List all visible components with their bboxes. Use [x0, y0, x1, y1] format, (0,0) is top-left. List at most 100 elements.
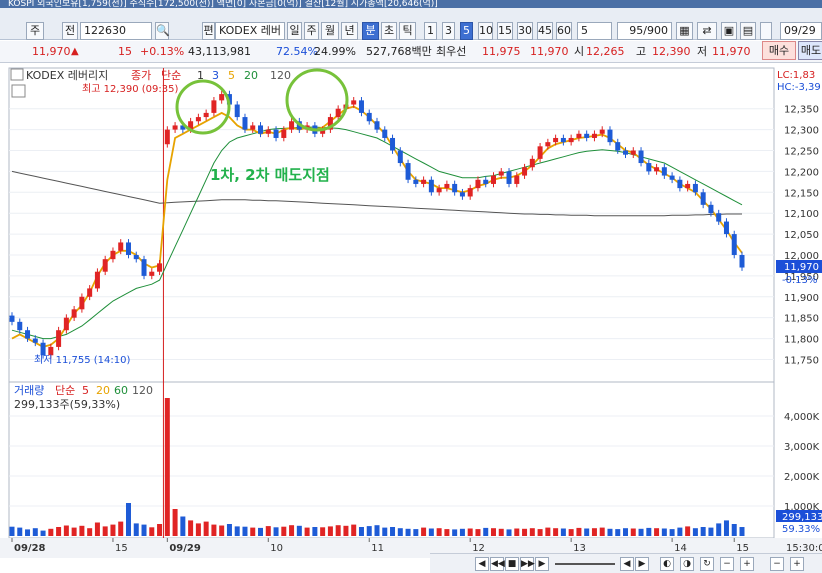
best-ask: 11,975: [482, 45, 521, 58]
time-tick-label: 15: [115, 543, 128, 554]
volume-bar: [335, 525, 341, 536]
high-label: 고: [636, 45, 647, 58]
interval-1[interactable]: 1: [424, 22, 437, 40]
volume-bar: [560, 528, 566, 536]
volume-bar: [289, 525, 295, 536]
candle-body: [692, 183, 698, 193]
period-day[interactable]: 일: [287, 22, 302, 40]
plus-icon[interactable]: +: [740, 557, 754, 571]
volume-bar: [428, 528, 434, 536]
volume-bar: [708, 527, 714, 536]
period-tick[interactable]: 틱: [399, 22, 416, 40]
candle-body: [133, 254, 139, 260]
interval-30[interactable]: 30: [517, 22, 533, 40]
interval-3[interactable]: 3: [442, 22, 455, 40]
candle-body: [467, 188, 473, 197]
interval-5[interactable]: 5: [460, 22, 473, 40]
high-price: 12,390: [652, 45, 691, 58]
count-input[interactable]: 95/900: [617, 22, 672, 40]
save-icon[interactable]: ▣: [721, 22, 737, 40]
best-bid-label: 최우선: [436, 45, 467, 58]
first-icon[interactable]: ◀: [475, 557, 489, 571]
buy-button[interactable]: 매수: [762, 41, 796, 60]
scroll-left-icon[interactable]: ◐: [660, 557, 674, 571]
candle-body: [669, 175, 675, 180]
candle-body: [374, 121, 380, 130]
rewind-icon[interactable]: ◀◀: [490, 557, 505, 571]
zoom-minus-icon[interactable]: −: [770, 557, 784, 571]
refresh-icon[interactable]: ↻: [700, 557, 714, 571]
candle-body: [25, 330, 31, 339]
volume-bar: [576, 527, 582, 536]
volume-bar: [723, 520, 729, 536]
candle-body: [654, 167, 660, 172]
volume-bar: [234, 526, 240, 536]
volume-bar: [25, 529, 31, 536]
date-input[interactable]: 09/29: [780, 22, 822, 40]
volume-bar: [599, 527, 605, 536]
volume-bar: [320, 527, 326, 536]
zoom-out-icon[interactable]: ◀: [620, 557, 634, 571]
candle-body: [40, 342, 46, 356]
vol-ma120-label: 120: [132, 384, 153, 397]
price-tick-label: 12,050: [784, 230, 819, 241]
toolbar: 주 전 122630 🔍 편 KODEX 레버 일 주 월 년 분 초 틱 1 …: [0, 8, 822, 40]
minus-icon[interactable]: −: [720, 557, 734, 571]
candle-body: [79, 296, 85, 310]
volume-bar: [226, 524, 232, 536]
candle-body: [234, 104, 240, 118]
settings-icon[interactable]: ▤: [740, 22, 756, 40]
legend-ma3: 3: [212, 69, 219, 82]
last-icon[interactable]: ▶: [535, 557, 549, 571]
price-tick-label: 12,250: [784, 147, 819, 158]
period-week[interactable]: 주: [304, 22, 319, 40]
volume-value-label: 299,133주(59,33%): [14, 398, 120, 411]
period-second[interactable]: 초: [381, 22, 397, 40]
volume-bar: [421, 527, 427, 536]
interval-10[interactable]: 10: [478, 22, 493, 40]
zoom-in-icon[interactable]: ▶: [635, 557, 649, 571]
stop-icon[interactable]: ■: [505, 557, 519, 571]
low-label: 저: [697, 45, 708, 58]
price-chart[interactable]: 12,350 12,300 12,250 12,200 12,150 12,100 12,0…: [0, 64, 822, 573]
candle-body: [335, 108, 341, 118]
zoom-plus-icon[interactable]: +: [790, 557, 804, 571]
scroll-fit-icon[interactable]: ◑: [680, 557, 694, 571]
price-change: 15: [118, 45, 132, 58]
volume-bar: [102, 526, 108, 536]
open-price: 12,265: [586, 45, 625, 58]
date-checkbox[interactable]: [760, 22, 772, 40]
candle-body: [646, 163, 652, 172]
candle-body: [421, 179, 427, 184]
sell-button[interactable]: 매도: [798, 41, 822, 60]
interval-15[interactable]: 15: [497, 22, 513, 40]
volume-bar: [211, 524, 217, 536]
code-input[interactable]: 122630: [80, 22, 152, 40]
interval-45[interactable]: 45: [537, 22, 553, 40]
current-rate-text: -0.13%: [782, 275, 817, 286]
grid-toggle-icon[interactable]: [11, 84, 26, 98]
interval-select[interactable]: 5: [577, 22, 612, 40]
forward-icon[interactable]: ▶▶: [520, 557, 535, 571]
search-icon[interactable]: 🔍: [155, 22, 170, 40]
volume-bar: [615, 529, 621, 536]
compare-icon[interactable]: ⇄: [697, 22, 717, 40]
legend-toggle-icon[interactable]: [10, 68, 24, 81]
period-year[interactable]: 년: [341, 22, 358, 40]
market-select[interactable]: 주: [26, 22, 44, 40]
candle-body: [599, 129, 605, 134]
period-minute[interactable]: 분: [362, 22, 379, 40]
chart-area[interactable]: 12,350 12,300 12,250 12,200 12,150 12,100 12,0…: [0, 64, 822, 573]
prev-button[interactable]: 전: [62, 22, 78, 40]
trade-amount: 527,768백만: [366, 45, 432, 58]
volume-bar: [195, 523, 201, 536]
candle-body: [584, 133, 590, 138]
scroll-slider-track[interactable]: [555, 563, 615, 565]
volume-bar: [584, 528, 590, 536]
zoom-icon[interactable]: ▦: [676, 22, 693, 40]
price-tick-label: 12,150: [784, 188, 819, 199]
period-month[interactable]: 월: [321, 22, 339, 40]
volume-bar: [149, 527, 155, 536]
interval-60[interactable]: 60: [556, 22, 572, 40]
name-field[interactable]: KODEX 레버: [215, 22, 285, 40]
